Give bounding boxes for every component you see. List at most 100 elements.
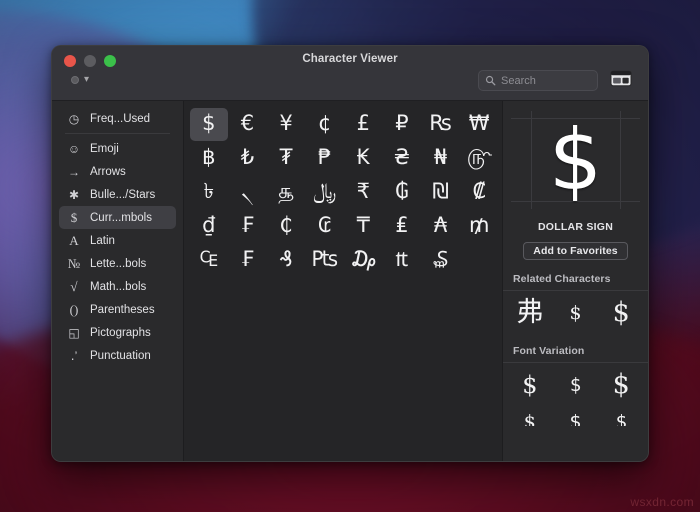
char-cell-rial-sign[interactable]: ﷼ [306,176,344,209]
search-icon [485,75,496,86]
sidebar-item-label: Freq...Used [90,112,151,125]
related-characters-heading: Related Characters [503,260,648,291]
character-grid-area: $ € ¥ ¢ £ ₽ ₨ ₩ ฿ ₺ ₮ ₱ ₭ ₴ ₦ ௹ ৳ ৲ ௲ ﷼ ₹ ₲ ₪ ₡ ₫ ₣ ₵ ₢ ₸ ₤ ₳ ₥ ₠ ₣ ₰ ₧ ₯ ₶ ₷ [184,101,502,461]
sidebar-item-bullets-stars[interactable]: ✱ Bulle.../Stars [59,183,176,206]
char-cell-colon-sign[interactable]: ₡ [460,176,498,209]
sidebar-item-label: Parentheses [90,303,155,316]
sidebar-item-parentheses[interactable]: () Parentheses [59,298,176,321]
numero-icon: № [67,256,81,271]
font-variation-4[interactable]: $ [507,407,553,426]
font-variation-row-2: $ $ $ [503,404,648,426]
char-cell-drachma-sign[interactable]: ₯ [345,244,383,277]
preview-gridline-v2 [620,111,621,209]
char-cell-pound-sign[interactable]: £ [345,108,383,141]
sidebar-item-emoji[interactable]: ☺ Emoji [59,137,176,160]
char-cell-guarani-sign[interactable]: ₲ [383,176,421,209]
related-characters-row: 弗 $ $ [503,291,648,332]
sqrt-icon: √ [70,279,78,294]
char-cell-kip-sign[interactable]: ₭ [345,142,383,175]
dollar-icon: $ [70,210,78,225]
char-cell-dong-sign[interactable]: ₫ [190,210,228,243]
char-cell-french-franc-sign[interactable]: ₣ [229,210,267,243]
sidebar-divider [65,133,170,134]
char-cell-peso-sign[interactable]: ₱ [306,142,344,175]
char-cell-peseta-sign[interactable]: ₧ [306,244,344,277]
char-cell-spesmilo-sign[interactable]: ₷ [422,244,460,277]
action-popup-menu[interactable]: ▾ [68,73,92,87]
sidebar-item-frequently-used[interactable]: ◷ Freq...Used [59,107,176,130]
char-cell-ruble-sign[interactable]: ₽ [383,108,421,141]
sidebar-item-math-symbols[interactable]: √ Math...bols [59,275,176,298]
char-cell-new-sheqel-sign[interactable]: ₪ [422,176,460,209]
char-cell-rupee-sign[interactable]: ₨ [422,108,460,141]
char-cell-indian-rupee-sign[interactable]: ₹ [345,176,383,209]
sidebar-item-label: Emoji [90,142,119,155]
asterisk-icon: ✱ [68,187,80,202]
search-field[interactable] [478,70,598,91]
sidebar-item-currency-symbols[interactable]: $ Curr...mbols [59,206,176,229]
char-cell-bengali-rupee-sign[interactable]: ৳ [190,176,228,209]
char-cell-tamil-rupee-mark[interactable]: ௹ [460,142,498,175]
font-variation-row-1: $ $ $ [503,363,648,404]
sidebar-item-label: Latin [90,234,115,247]
char-cell-yen-sign[interactable]: ¥ [267,108,305,141]
window-title: Character Viewer [302,53,398,65]
chevron-down-icon: ▾ [84,74,90,85]
related-char-dollar-bold[interactable]: $ [598,298,644,328]
char-cell-lira-sign[interactable]: ₤ [383,210,421,243]
parentheses-icon: () [69,302,79,317]
char-cell-euro-sign[interactable]: € [229,108,267,141]
related-char-dollar-serif[interactable]: $ [553,298,599,328]
char-cell-tenge-sign[interactable]: ₸ [345,210,383,243]
window-body: ◷ Freq...Used ☺ Emoji → Arrows ✱ Bulle..… [52,101,648,461]
sidebar-item-pictographs[interactable]: ◱ Pictographs [59,321,176,344]
smiley-icon: ☺ [67,141,81,156]
sidebar-item-punctuation[interactable]: ․’ Punctuation [59,344,176,367]
font-variation-5[interactable]: $ [553,407,599,426]
char-cell-cruzeiro-sign[interactable]: ₢ [306,210,344,243]
related-char-fu[interactable]: 弗 [507,298,553,328]
clock-icon: ◷ [68,111,80,126]
character-preview: $ [503,101,648,219]
char-cell-cent-sign[interactable]: ¢ [306,108,344,141]
character-grid: $ € ¥ ¢ £ ₽ ₨ ₩ ฿ ₺ ₮ ₱ ₭ ₴ ₦ ௹ ৳ ৲ ௲ ﷼ ₹ ₲ ₪ ₡ ₫ ₣ ₵ ₢ ₸ ₤ ₳ ₥ ₠ ₣ ₰ ₧ ₯ ₶ ₷ [190,108,498,277]
search-input[interactable] [501,74,591,87]
char-cell-won-sign[interactable]: ₩ [460,108,498,141]
preview-gridline-v1 [531,111,532,209]
char-cell-austral-sign[interactable]: ₳ [422,210,460,243]
character-detail-panel: $ DOLLAR SIGN Add to Favorites Related C… [502,101,648,461]
panel-toggle-icon[interactable] [610,70,632,87]
character-viewer-window: Character Viewer ▾ ◷ Freq...Used [51,45,649,462]
sidebar-item-letterlike-symbols[interactable]: № Lette...bols [59,252,176,275]
char-cell-livre-tournois-sign[interactable]: ₶ [383,244,421,277]
char-cell-euro-currency-sign[interactable]: ₠ [190,244,228,277]
letter-a-icon: A [69,233,79,248]
sidebar-item-latin[interactable]: A Latin [59,229,176,252]
preview-glyph: $ [548,111,603,209]
sidebar-item-label: Lette...bols [90,257,147,270]
char-cell-tamil-numeral-sign[interactable]: ௲ [267,176,305,209]
char-cell-tugrik-sign[interactable]: ₮ [267,142,305,175]
char-cell-franc-sign[interactable]: ₣ [229,244,267,277]
sidebar-item-label: Punctuation [90,349,151,362]
sidebar-item-arrows[interactable]: → Arrows [59,160,176,183]
gear-icon [71,76,79,84]
window-titlebar: Character Viewer ▾ [52,46,648,101]
arrow-right-icon: → [68,164,80,179]
add-to-favorites-button[interactable]: Add to Favorites [523,242,628,260]
char-cell-baht-sign[interactable]: ฿ [190,142,228,175]
font-variation-3[interactable]: $ [598,370,644,400]
font-variation-heading: Font Variation [503,332,648,363]
char-cell-german-penny-sign[interactable]: ₰ [267,244,305,277]
font-variation-1[interactable]: $ [507,370,553,400]
char-cell-dollar-sign[interactable]: $ [190,108,228,141]
category-sidebar: ◷ Freq...Used ☺ Emoji → Arrows ✱ Bulle..… [52,101,184,461]
char-cell-naira-sign[interactable]: ₦ [422,142,460,175]
char-cell-turkish-lira-sign[interactable]: ₺ [229,142,267,175]
char-cell-cedi-sign[interactable]: ₵ [267,210,305,243]
char-cell-hryvnia-sign[interactable]: ₴ [383,142,421,175]
font-variation-6[interactable]: $ [598,407,644,426]
char-cell-mill-sign[interactable]: ₥ [460,210,498,243]
font-variation-2[interactable]: $ [553,370,599,400]
char-cell-bengali-rupee-mark[interactable]: ৲ [229,176,267,209]
